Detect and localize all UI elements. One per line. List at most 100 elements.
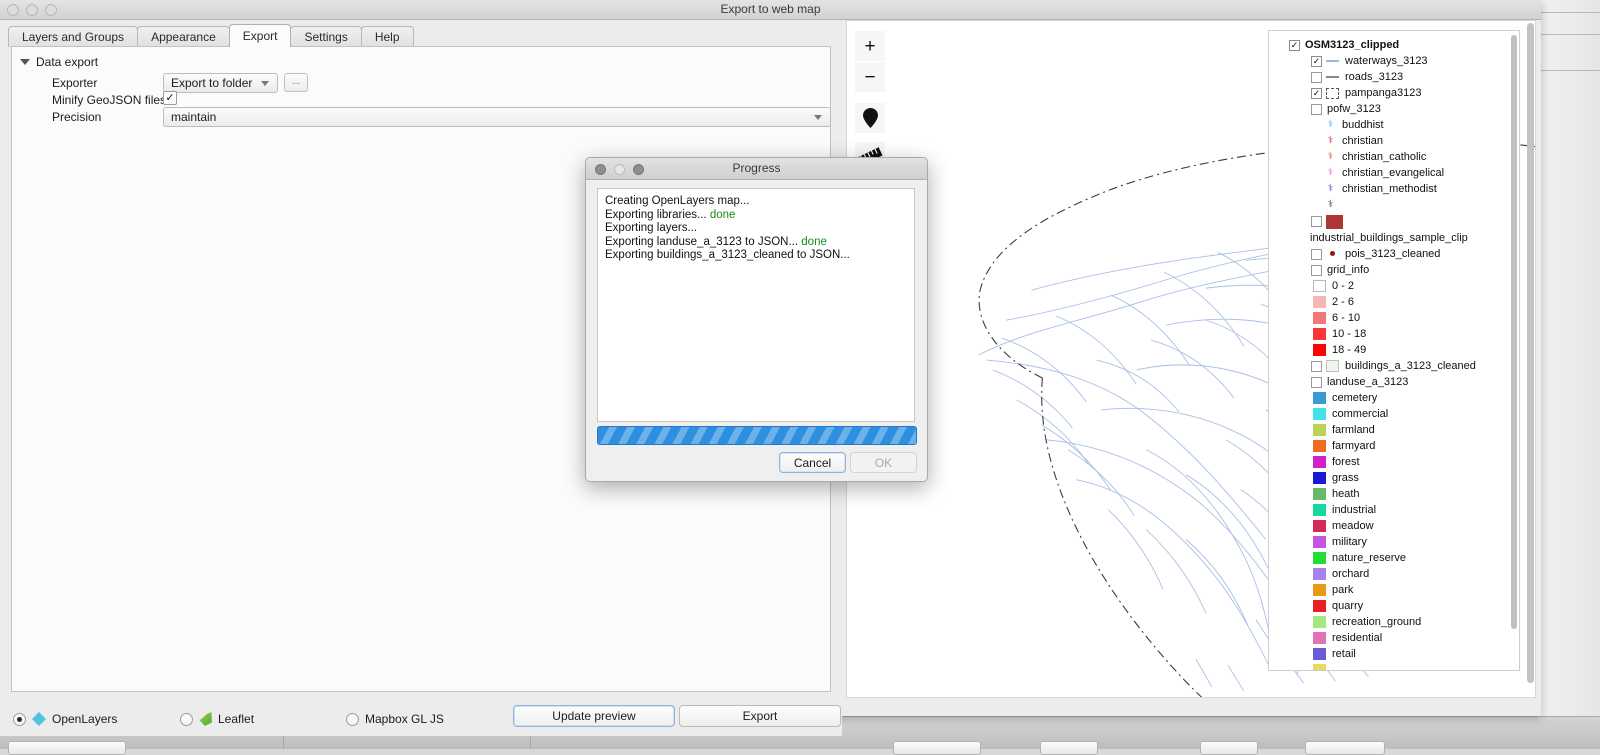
legend-item-label: 0 - 2	[1331, 280, 1354, 292]
disclosure-triangle-icon[interactable]	[20, 59, 30, 65]
color-swatch	[1326, 215, 1343, 229]
legend-item[interactable]	[1313, 662, 1509, 671]
progress-log-line: Exporting landuse_a_3123 to JSON... done	[605, 236, 907, 250]
map-control-stack[interactable]: + −	[855, 31, 889, 172]
radio-mapbox-icon[interactable]	[346, 713, 359, 726]
legend-item-label: landuse_a_3123	[1326, 376, 1408, 388]
legend-item[interactable]	[1311, 213, 1509, 230]
legend-root-checkbox[interactable]: ✓	[1289, 40, 1300, 51]
legend-item[interactable]: farmyard	[1313, 438, 1509, 454]
exporter-browse-button[interactable]: ...	[284, 73, 308, 92]
road-line-symbol-icon	[1326, 76, 1339, 78]
legend-item[interactable]: 18 - 49	[1313, 342, 1509, 358]
update-preview-button[interactable]: Update preview	[513, 705, 675, 727]
radio-leaflet-icon[interactable]	[180, 713, 193, 726]
legend-item[interactable]: ✓waterways_3123	[1311, 53, 1509, 69]
map-preview-panel[interactable]: + −	[846, 20, 1536, 698]
renderer-option-openlayers[interactable]: OpenLayers	[13, 712, 117, 726]
color-swatch	[1313, 312, 1326, 324]
legend-item[interactable]: ⚕	[1325, 197, 1509, 213]
tab-layers-and-groups[interactable]: Layers and Groups	[8, 26, 138, 47]
poi-marker-icon: ⚕	[1325, 199, 1336, 211]
legend-item[interactable]: orchard	[1313, 566, 1509, 582]
legend-item[interactable]: farmland	[1313, 422, 1509, 438]
export-button[interactable]: Export	[679, 705, 841, 727]
legend-item[interactable]: ⚕christian_catholic	[1325, 149, 1509, 165]
legend-item[interactable]: ✓pampanga3123	[1311, 85, 1509, 101]
legend-root-item[interactable]: ✓OSM3123_clipped	[1289, 37, 1509, 53]
legend-item[interactable]: roads_3123	[1311, 69, 1509, 85]
legend-item-label: orchard	[1331, 568, 1369, 580]
legend-item[interactable]: 0 - 2	[1313, 278, 1509, 294]
zoom-in-icon[interactable]: +	[855, 31, 885, 61]
cancel-button[interactable]: Cancel	[779, 452, 846, 473]
legend-item-label: christian_methodist	[1341, 183, 1437, 195]
legend-item[interactable]: ⚕christian	[1325, 133, 1509, 149]
tab-appearance[interactable]: Appearance	[137, 26, 230, 47]
legend-item[interactable]: park	[1313, 582, 1509, 598]
minify-geojson-checkbox[interactable]: ✓	[163, 91, 177, 105]
legend-item-label: buildings_a_3123_cleaned	[1344, 360, 1476, 372]
color-swatch	[1313, 456, 1326, 468]
tab-bar: Layers and GroupsAppearance Export Setting…	[8, 24, 413, 47]
map-panel-scrollbar-thumb[interactable]	[1527, 23, 1534, 683]
legend-item-checkbox[interactable]: ✓	[1311, 56, 1322, 67]
legend-item-label: commercial	[1331, 408, 1388, 420]
legend-item[interactable]: military	[1313, 534, 1509, 550]
legend-item-label: roads_3123	[1344, 71, 1403, 83]
legend-item-checkbox[interactable]	[1311, 377, 1322, 388]
legend-item[interactable]: ⚕buddhist	[1325, 117, 1509, 133]
legend-item-label-wrapped: industrial_buildings_sample_clip	[1309, 230, 1509, 246]
legend-item[interactable]: commercial	[1313, 406, 1509, 422]
legend-item[interactable]: buildings_a_3123_cleaned	[1311, 358, 1509, 374]
legend-item-checkbox[interactable]	[1311, 265, 1322, 276]
legend-item[interactable]: pois_3123_cleaned	[1311, 246, 1509, 262]
legend-item[interactable]: industrial	[1313, 502, 1509, 518]
legend-item[interactable]: ⚕christian_methodist	[1325, 181, 1509, 197]
legend-item-checkbox[interactable]	[1311, 216, 1322, 227]
legend-scrollbar[interactable]	[1511, 35, 1517, 668]
radio-openlayers-icon[interactable]	[13, 713, 26, 726]
legend-item[interactable]: meadow	[1313, 518, 1509, 534]
precision-select[interactable]: maintain	[163, 107, 831, 127]
legend-item[interactable]: 2 - 6	[1313, 294, 1509, 310]
ok-button: OK	[850, 452, 917, 473]
tab-help[interactable]: Help	[361, 26, 414, 47]
color-swatch	[1313, 296, 1326, 308]
map-panel-scrollbar[interactable]	[1527, 23, 1534, 695]
tab-export[interactable]: Export	[229, 24, 292, 47]
legend-item-checkbox[interactable]: ✓	[1311, 88, 1322, 99]
renderer-option-leaflet[interactable]: Leaflet	[180, 712, 254, 726]
exporter-select[interactable]: Export to folder	[163, 73, 278, 93]
legend-item-label: retail	[1331, 648, 1356, 660]
legend-item-label: forest	[1331, 456, 1360, 468]
legend-item[interactable]: grass	[1313, 470, 1509, 486]
legend-item[interactable]: heath	[1313, 486, 1509, 502]
tab-settings[interactable]: Settings	[290, 26, 361, 47]
legend-item[interactable]: pofw_3123	[1311, 101, 1509, 117]
legend-item-label: farmyard	[1331, 440, 1375, 452]
marker-pin-icon[interactable]	[855, 103, 885, 133]
legend-item-checkbox[interactable]	[1311, 249, 1322, 260]
legend-item[interactable]: nature_reserve	[1313, 550, 1509, 566]
legend-item[interactable]: quarry	[1313, 598, 1509, 614]
legend-item[interactable]: landuse_a_3123	[1311, 374, 1509, 390]
legend-item[interactable]: residential	[1313, 630, 1509, 646]
renderer-option-mapbox[interactable]: Mapbox GL JS	[346, 712, 444, 726]
zoom-out-icon[interactable]: −	[855, 62, 885, 92]
legend-scrollbar-thumb[interactable]	[1511, 35, 1517, 629]
legend-item-checkbox[interactable]	[1311, 361, 1322, 372]
legend-item[interactable]: 10 - 18	[1313, 326, 1509, 342]
tab-label: Export	[243, 29, 278, 43]
legend-item[interactable]: cemetery	[1313, 390, 1509, 406]
legend-item[interactable]: retail	[1313, 646, 1509, 662]
legend-item[interactable]: 6 - 10	[1313, 310, 1509, 326]
legend-item[interactable]: forest	[1313, 454, 1509, 470]
legend-item[interactable]: ⚕christian_evangelical	[1325, 165, 1509, 181]
layer-legend-panel[interactable]: ✓OSM3123_clipped✓waterways_3123 roads_312…	[1268, 30, 1520, 671]
legend-item[interactable]: grid_info	[1311, 262, 1509, 278]
legend-item-checkbox[interactable]	[1311, 72, 1322, 83]
legend-item-checkbox[interactable]	[1311, 104, 1322, 115]
data-export-group-header[interactable]: Data export	[20, 55, 98, 69]
legend-item[interactable]: recreation_ground	[1313, 614, 1509, 630]
